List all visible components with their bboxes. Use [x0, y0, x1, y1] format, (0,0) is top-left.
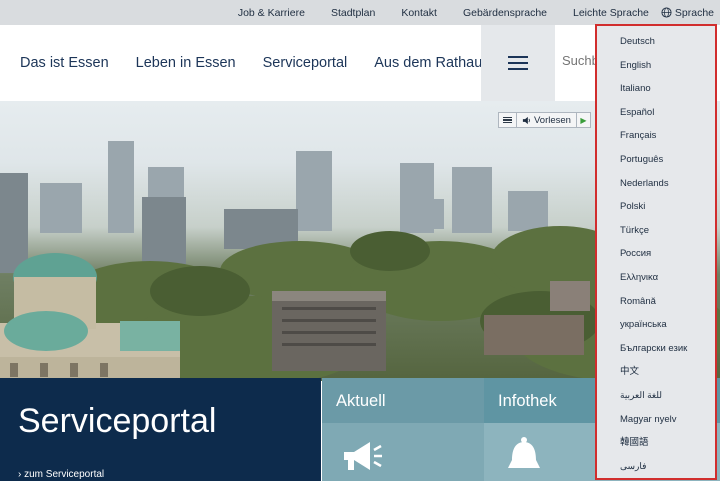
- tile-aktuell-header: Aktuell: [322, 378, 484, 423]
- megaphone-icon: [344, 442, 382, 470]
- globe-icon: [661, 7, 672, 18]
- language-selector-label: Sprache: [674, 6, 714, 19]
- reader-read-label: Vorlesen: [534, 114, 571, 126]
- language-option-farsi[interactable]: فارسی: [597, 455, 715, 479]
- language-option-portugues[interactable]: Português: [597, 148, 715, 172]
- utility-link-leichte-sprache[interactable]: Leichte Sprache: [573, 7, 649, 19]
- readspeaker-widget: Vorlesen ▶: [498, 112, 591, 128]
- utility-link-gebaerdensprache[interactable]: Gebärdensprache: [463, 7, 547, 19]
- language-selector-button[interactable]: Sprache: [661, 7, 714, 19]
- tile-serviceportal-title: Serviceportal: [18, 402, 217, 440]
- language-option-romana[interactable]: Română: [597, 290, 715, 314]
- hamburger-icon: [508, 52, 528, 74]
- language-option-francais[interactable]: Français: [597, 124, 715, 148]
- language-option-turkce[interactable]: Türkçe: [597, 219, 715, 243]
- tile-aktuell[interactable]: Aktuell: [322, 378, 484, 481]
- language-options: Deutsch English Italiano Español Françai…: [597, 26, 715, 478]
- tile-aktuell-title: Aktuell: [336, 392, 386, 410]
- language-option-bulgarian[interactable]: Български език: [597, 337, 715, 361]
- reader-read-button[interactable]: Vorlesen: [517, 113, 576, 127]
- list-icon: [503, 116, 512, 125]
- reader-play-button[interactable]: ▶: [575, 113, 590, 127]
- utility-links: Job & Karriere Stadtplan Kontakt Gebärde…: [212, 0, 714, 25]
- language-option-italiano[interactable]: Italiano: [597, 77, 715, 101]
- language-option-chinese[interactable]: 中文: [597, 360, 715, 384]
- language-option-korean[interactable]: 韓國語: [597, 431, 715, 455]
- utility-link-kontakt[interactable]: Kontakt: [401, 7, 437, 19]
- nav-item-leben-in-essen[interactable]: Leben in Essen: [136, 55, 236, 71]
- nav-item-serviceportal[interactable]: Serviceportal: [263, 55, 348, 71]
- reader-menu-button[interactable]: [499, 113, 517, 127]
- utility-link-stadtplan[interactable]: Stadtplan: [331, 7, 375, 19]
- language-option-ukrainian[interactable]: українська: [597, 313, 715, 337]
- language-dropdown: Deutsch English Italiano Español Françai…: [595, 24, 717, 480]
- language-option-deutsch[interactable]: Deutsch: [597, 30, 715, 54]
- utility-link-job-karriere[interactable]: Job & Karriere: [238, 7, 305, 19]
- language-option-russian[interactable]: Россия: [597, 242, 715, 266]
- language-option-polski[interactable]: Polski: [597, 195, 715, 219]
- tile-infothek-title: Infothek: [498, 392, 557, 410]
- language-option-arabic[interactable]: للغة العربية: [597, 384, 715, 408]
- speaker-icon: [522, 116, 530, 124]
- bell-icon: [508, 437, 540, 468]
- menu-button[interactable]: [481, 25, 555, 101]
- language-option-magyar[interactable]: Magyar nyelv: [597, 408, 715, 432]
- top-utility-bar: Job & Karriere Stadtplan Kontakt Gebärde…: [0, 0, 720, 25]
- nav-item-aus-dem-rathaus[interactable]: Aus dem Rathaus: [374, 55, 489, 71]
- play-icon: ▶: [580, 115, 587, 125]
- language-option-greek[interactable]: Ελληνικα: [597, 266, 715, 290]
- tile-serviceportal[interactable]: Serviceportal › zum Serviceportal: [0, 378, 321, 481]
- nav-item-das-ist-essen[interactable]: Das ist Essen: [20, 55, 109, 71]
- nav-items: Das ist Essen Leben in Essen Serviceport…: [20, 25, 517, 101]
- language-option-english[interactable]: English: [597, 54, 715, 78]
- language-option-espanol[interactable]: Español: [597, 101, 715, 125]
- language-option-nederlands[interactable]: Nederlands: [597, 172, 715, 196]
- tile-serviceportal-link[interactable]: › zum Serviceportal: [18, 469, 104, 480]
